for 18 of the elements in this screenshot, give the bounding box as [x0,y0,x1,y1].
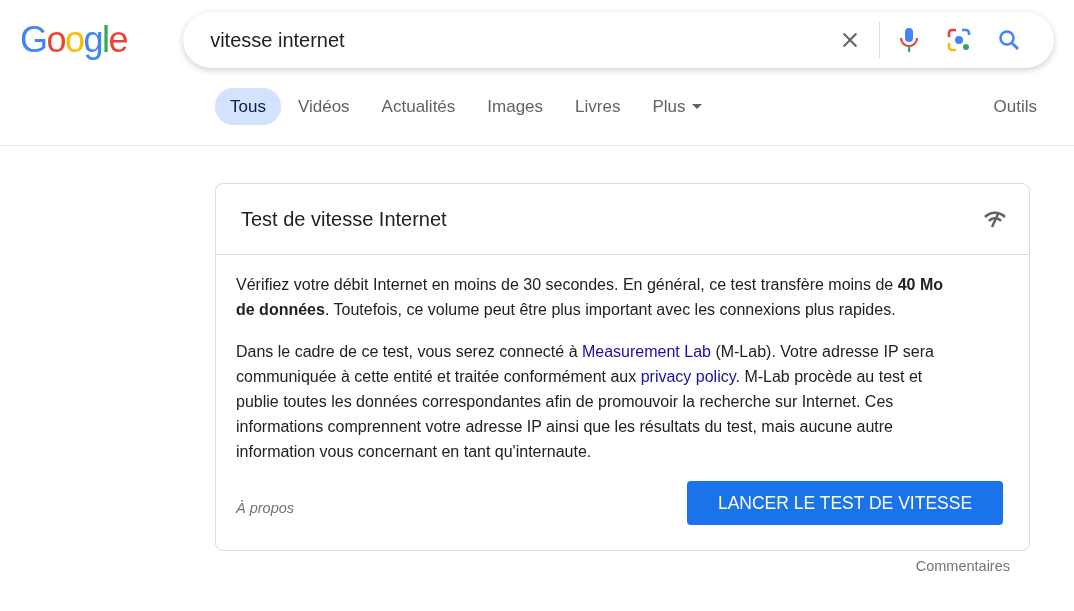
search-tab[interactable]: Tous [215,88,281,125]
start-test-button[interactable]: LANCER LE TEST DE VITESSE [687,481,1003,525]
wifi-icon [983,210,1007,228]
card-title: Test de vitesse Internet [241,207,447,231]
description-paragraph: Vérifiez votre débit Internet en moins de 30 secondes. En général, ce test transfère moins de 40 Mo de données. Toutefois, ce volume peut être plus important avec les connexions plus rapides. [236,275,945,320]
search-tab[interactable]: Plus [637,88,717,125]
text-link[interactable]: Measurement Lab [581,343,711,360]
description-paragraph: Dans le cadre de ce test, vous serez connecté à Measurement Lab (M-Lab). Votre adresse IP sera communiquée à cette entité et traitée conformément aux privacy policy. M-Lab procède au test et publie toutes les données correspondantes afin de promouvoir la recherche sur Internet. Ces informations comprennent votre adresse IP ainsi que les résultats du test, mais aucune autre information vous concernant en tant qu'internaute. [236,342,935,462]
search-field[interactable]: vitesse internet [208,27,825,53]
search-tab[interactable]: Vidéos [282,88,365,125]
search-tab[interactable]: Actualités [366,88,471,125]
feedback-link[interactable]: Commentaires [915,558,1010,574]
search-tab[interactable]: Images [472,88,559,125]
text-link[interactable]: privacy policy [640,368,736,385]
google-logo[interactable]: Google [20,19,128,61]
search-tab[interactable]: Livres [560,88,636,125]
tools-button[interactable]: Outils [993,96,1037,117]
about-link[interactable]: À propos [236,500,295,516]
